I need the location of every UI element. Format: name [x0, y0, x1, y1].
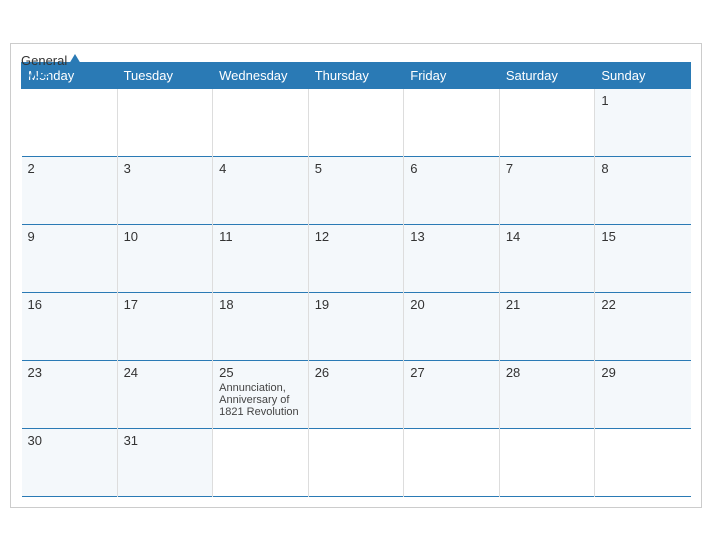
day-header-saturday: Saturday [499, 62, 595, 88]
day-number: 8 [601, 161, 684, 176]
calendar-cell [22, 88, 118, 156]
calendar-cell [213, 428, 309, 496]
day-number: 12 [315, 229, 398, 244]
calendar-cell [308, 88, 404, 156]
calendar-cell: 16 [22, 292, 118, 360]
day-header-tuesday: Tuesday [117, 62, 213, 88]
day-header-friday: Friday [404, 62, 500, 88]
days-of-week-row: MondayTuesdayWednesdayThursdayFridaySatu… [22, 62, 691, 88]
calendar-cell: 20 [404, 292, 500, 360]
calendar-cell [404, 428, 500, 496]
calendar-cell: 28 [499, 360, 595, 428]
calendar-cell: 11 [213, 224, 309, 292]
day-number: 19 [315, 297, 398, 312]
day-number: 28 [506, 365, 589, 380]
calendar-cell: 3 [117, 156, 213, 224]
calendar-cell: 27 [404, 360, 500, 428]
week-row-2: 2345678 [22, 156, 691, 224]
logo-blue-text: Blue [21, 67, 81, 80]
day-number: 5 [315, 161, 398, 176]
day-number: 29 [601, 365, 684, 380]
calendar-cell [404, 88, 500, 156]
day-number: 13 [410, 229, 493, 244]
calendar-header-row: MondayTuesdayWednesdayThursdayFridaySatu… [22, 62, 691, 88]
week-row-5: 23 24 25 Annunciation, Anniversary of 1821 … [22, 360, 691, 428]
day-number: 27 [410, 365, 493, 380]
day-header-wednesday: Wednesday [213, 62, 309, 88]
day-number: 15 [601, 229, 684, 244]
day-number: 14 [506, 229, 589, 244]
calendar-cell: 23 [22, 360, 118, 428]
day-number: 18 [219, 297, 302, 312]
logo-icon [69, 54, 81, 64]
day-number: 9 [28, 229, 111, 244]
day-number: 10 [124, 229, 207, 244]
day-number: 7 [506, 161, 589, 176]
calendar-cell: 24 [117, 360, 213, 428]
calendar-wrapper: General Blue MondayTuesdayWednesdayThurs… [10, 43, 702, 508]
calendar-cell [499, 88, 595, 156]
calendar-cell: 12 [308, 224, 404, 292]
calendar-cell: 5 [308, 156, 404, 224]
day-number: 1 [601, 93, 684, 108]
calendar-cell: 26 [308, 360, 404, 428]
logo-general-text: General [21, 54, 81, 67]
calendar-cell [499, 428, 595, 496]
calendar-cell [117, 88, 213, 156]
week-row-1: 1 [22, 88, 691, 156]
day-number: 26 [315, 365, 398, 380]
calendar-cell [595, 428, 691, 496]
day-number: 21 [506, 297, 589, 312]
calendar-cell: 14 [499, 224, 595, 292]
day-number: 22 [601, 297, 684, 312]
calendar-body: 1234567891011121314151617181920212223242… [22, 88, 691, 496]
day-number: 24 [124, 365, 207, 380]
week-row-6: 30 31 [22, 428, 691, 496]
day-number: 2 [28, 161, 111, 176]
calendar-cell: 1 [595, 88, 691, 156]
calendar-grid: MondayTuesdayWednesdayThursdayFridaySatu… [21, 62, 691, 497]
day-header-thursday: Thursday [308, 62, 404, 88]
day-number: 31 [124, 433, 207, 448]
week-row-3: 9 10 11 12 13 14 15 [22, 224, 691, 292]
day-number: 23 [28, 365, 111, 380]
calendar-cell: 2 [22, 156, 118, 224]
calendar-cell: 21 [499, 292, 595, 360]
day-number: 16 [28, 297, 111, 312]
day-number: 17 [124, 297, 207, 312]
calendar-cell: 9 [22, 224, 118, 292]
calendar-cell: 30 [22, 428, 118, 496]
calendar-cell: 6 [404, 156, 500, 224]
calendar-cell: 13 [404, 224, 500, 292]
calendar-cell [213, 88, 309, 156]
calendar-cell: 19 [308, 292, 404, 360]
calendar-cell: 8 [595, 156, 691, 224]
calendar-cell: 29 [595, 360, 691, 428]
day-number: 11 [219, 229, 302, 244]
logo: General Blue [21, 54, 81, 80]
day-number: 4 [219, 161, 302, 176]
calendar-cell: 17 [117, 292, 213, 360]
day-number: 3 [124, 161, 207, 176]
day-number: 25 [219, 365, 302, 380]
day-number: 20 [410, 297, 493, 312]
calendar-cell: 4 [213, 156, 309, 224]
holiday-text: Annunciation, Anniversary of 1821 Revolu… [219, 382, 302, 418]
calendar-cell [308, 428, 404, 496]
calendar-cell: 31 [117, 428, 213, 496]
calendar-cell: 10 [117, 224, 213, 292]
week-row-4: 16 17 18 19 20 21 22 [22, 292, 691, 360]
calendar-cell: 22 [595, 292, 691, 360]
calendar-cell: 15 [595, 224, 691, 292]
calendar-cell: 25 Annunciation, Anniversary of 1821 Revo… [213, 360, 309, 428]
day-number: 6 [410, 161, 493, 176]
day-number: 30 [28, 433, 111, 448]
calendar-cell: 18 [213, 292, 309, 360]
day-header-sunday: Sunday [595, 62, 691, 88]
calendar-cell: 7 [499, 156, 595, 224]
